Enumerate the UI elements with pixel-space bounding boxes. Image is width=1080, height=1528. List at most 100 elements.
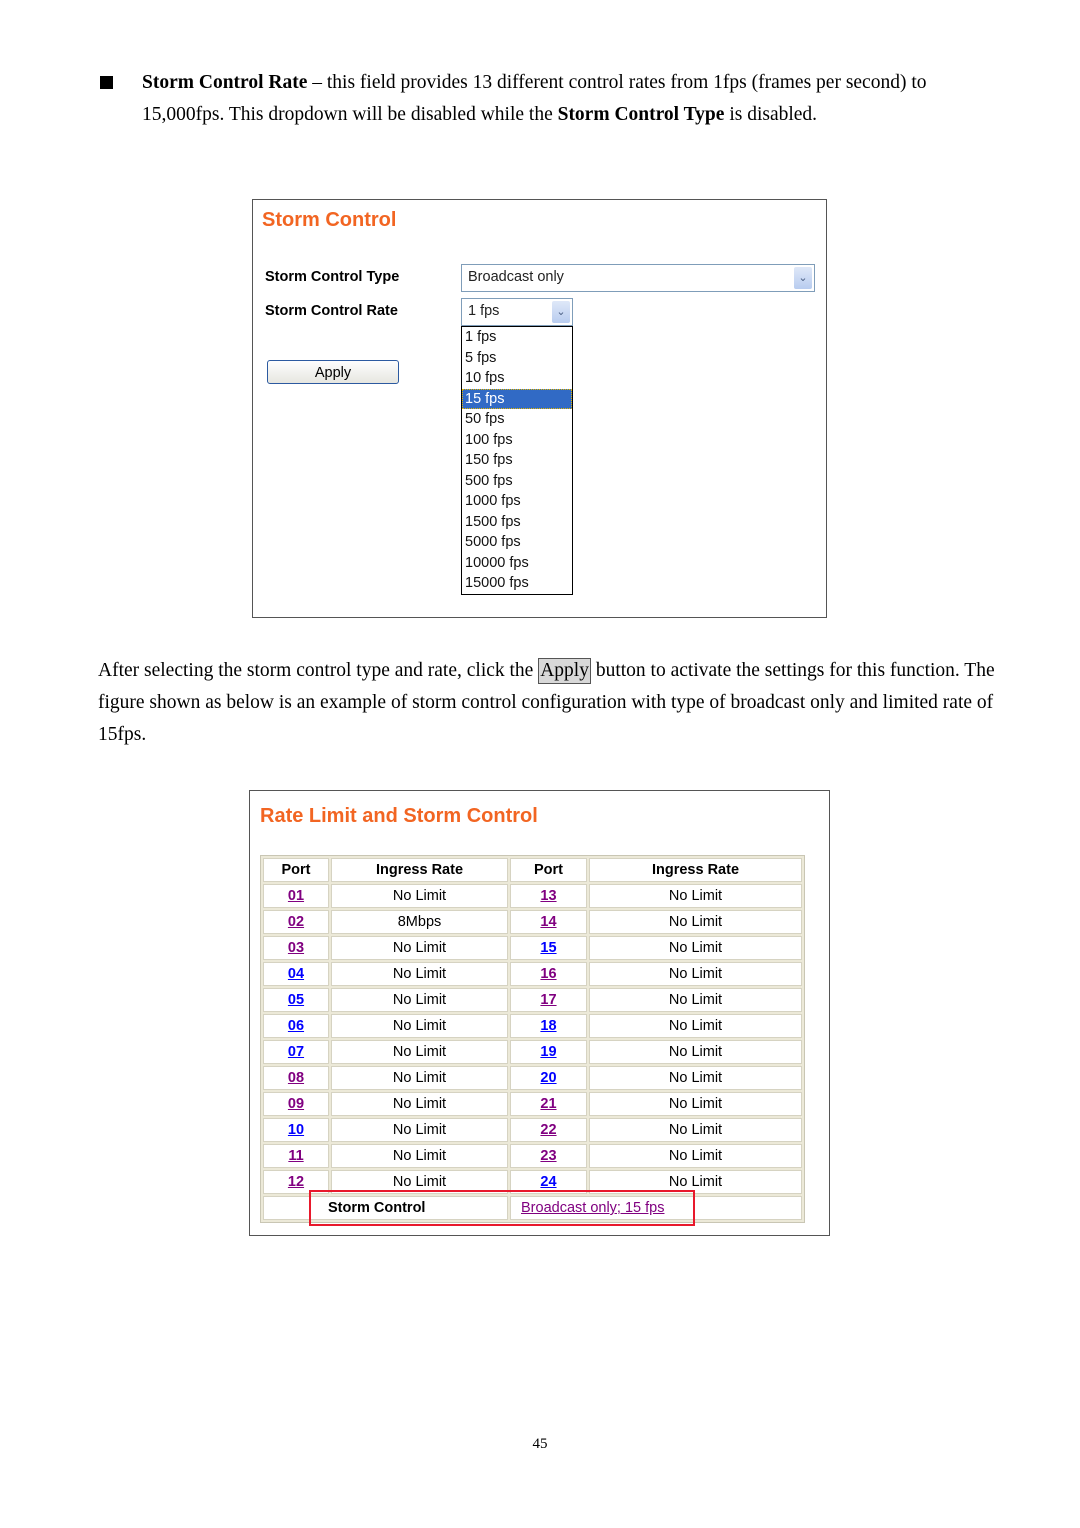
- storm-control-value-link[interactable]: Broadcast only; 15 fps: [510, 1196, 802, 1220]
- ingress-rate-cell: No Limit: [589, 962, 802, 986]
- ingress-rate-cell: No Limit: [589, 1014, 802, 1038]
- port-link[interactable]: 07: [288, 1044, 304, 1060]
- ingress-rate-cell: No Limit: [589, 910, 802, 934]
- port-link[interactable]: 06: [288, 1018, 304, 1034]
- ingress-rate-cell: No Limit: [589, 1144, 802, 1168]
- header-ingress-rate: Ingress Rate: [331, 858, 508, 882]
- panel-title: Storm Control: [262, 209, 397, 231]
- port-cell: 03: [263, 936, 329, 960]
- rate-limit-storm-control-panel: Rate Limit and Storm Control Port Ingres…: [249, 790, 830, 1236]
- port-cell: 18: [510, 1014, 587, 1038]
- port-link[interactable]: 24: [540, 1174, 556, 1190]
- port-link[interactable]: 10: [288, 1122, 304, 1138]
- port-cell: 22: [510, 1118, 587, 1142]
- para2-text-a: After selecting the storm control type a…: [98, 660, 539, 681]
- port-link[interactable]: 19: [540, 1044, 556, 1060]
- port-cell: 10: [263, 1118, 329, 1142]
- table-row: 09 No Limit 21 No Limit: [263, 1092, 802, 1116]
- port-cell: 04: [263, 962, 329, 986]
- rate-option[interactable]: 15000 fps: [462, 573, 572, 594]
- rate-dropdown-list[interactable]: 1 fps 5 fps 10 fps 15 fps 50 fps 100 fps 150 f…: [461, 326, 573, 595]
- rate-option[interactable]: 150 fps: [462, 450, 572, 471]
- storm-control-panel: Storm Control Storm Control Type Broadca…: [252, 199, 827, 618]
- port-link[interactable]: 02: [288, 914, 304, 930]
- rate-option[interactable]: 1000 fps: [462, 491, 572, 512]
- rate-option[interactable]: 5000 fps: [462, 532, 572, 553]
- rate-option[interactable]: 5 fps: [462, 348, 572, 369]
- port-link[interactable]: 03: [288, 940, 304, 956]
- table-row: 01 No Limit 13 No Limit: [263, 884, 802, 908]
- ingress-rate-cell: No Limit: [331, 1092, 508, 1116]
- ingress-rate-cell: No Limit: [589, 1040, 802, 1064]
- rate-option[interactable]: 50 fps: [462, 409, 572, 430]
- header-port: Port: [510, 858, 587, 882]
- ingress-rate-cell: No Limit: [589, 884, 802, 908]
- storm-control-row: Storm Control Broadcast only; 15 fps: [263, 1196, 802, 1220]
- port-link[interactable]: 15: [540, 940, 556, 956]
- table-row: 07 No Limit 19 No Limit: [263, 1040, 802, 1064]
- rate-option[interactable]: 10 fps: [462, 368, 572, 389]
- chevron-down-icon[interactable]: ⌄: [552, 301, 570, 323]
- ingress-rate-cell: No Limit: [331, 884, 508, 908]
- port-cell: 08: [263, 1066, 329, 1090]
- table-row: 08 No Limit 20 No Limit: [263, 1066, 802, 1090]
- ingress-rate-cell: No Limit: [589, 1066, 802, 1090]
- port-link[interactable]: 05: [288, 992, 304, 1008]
- port-cell: 09: [263, 1092, 329, 1116]
- port-link[interactable]: 08: [288, 1070, 304, 1086]
- port-cell: 01: [263, 884, 329, 908]
- port-link[interactable]: 23: [540, 1148, 556, 1164]
- header-ingress-rate: Ingress Rate: [589, 858, 802, 882]
- rate-option[interactable]: 1500 fps: [462, 512, 572, 533]
- port-cell: 17: [510, 988, 587, 1012]
- port-link[interactable]: 16: [540, 966, 556, 982]
- port-link[interactable]: 18: [540, 1018, 556, 1034]
- storm-control-rate-select[interactable]: 1 fps ⌄: [461, 298, 573, 326]
- intro-paragraph: Storm Control Rate – this field provides…: [142, 67, 942, 131]
- port-cell: 16: [510, 962, 587, 986]
- rate-option[interactable]: 100 fps: [462, 430, 572, 451]
- port-link[interactable]: 12: [288, 1174, 304, 1190]
- port-cell: 07: [263, 1040, 329, 1064]
- port-link[interactable]: 09: [288, 1096, 304, 1112]
- chevron-down-icon[interactable]: ⌄: [794, 267, 812, 289]
- port-link[interactable]: 22: [540, 1122, 556, 1138]
- port-link[interactable]: 01: [288, 888, 304, 904]
- table-row: 06 No Limit 18 No Limit: [263, 1014, 802, 1038]
- ingress-rate-cell: No Limit: [331, 1014, 508, 1038]
- apply-button-reference: Apply: [538, 658, 591, 684]
- rate-option[interactable]: 1 fps: [462, 327, 572, 348]
- port-link[interactable]: 21: [540, 1096, 556, 1112]
- port-link[interactable]: 11: [288, 1148, 303, 1164]
- port-cell: 20: [510, 1066, 587, 1090]
- storm-control-rate-label: Storm Control Rate: [265, 303, 398, 319]
- rate-option[interactable]: 500 fps: [462, 471, 572, 492]
- ingress-rate-cell: No Limit: [331, 1170, 508, 1194]
- port-cell: 05: [263, 988, 329, 1012]
- port-link[interactable]: 14: [540, 914, 556, 930]
- ingress-rate-cell: No Limit: [331, 962, 508, 986]
- ingress-rate-cell: No Limit: [331, 1040, 508, 1064]
- table-row: 10 No Limit 22 No Limit: [263, 1118, 802, 1142]
- port-link[interactable]: 17: [540, 992, 556, 1008]
- ingress-rate-cell: No Limit: [589, 936, 802, 960]
- port-cell: 19: [510, 1040, 587, 1064]
- table-row: 03 No Limit 15 No Limit: [263, 936, 802, 960]
- port-cell: 12: [263, 1170, 329, 1194]
- table-row: 11 No Limit 23 No Limit: [263, 1144, 802, 1168]
- ingress-rate-cell: No Limit: [589, 1118, 802, 1142]
- ingress-rate-cell: No Limit: [331, 936, 508, 960]
- ingress-rate-cell: No Limit: [331, 1066, 508, 1090]
- table-row: 12 No Limit 24 No Limit: [263, 1170, 802, 1194]
- port-link[interactable]: 13: [540, 888, 556, 904]
- rate-option[interactable]: 10000 fps: [462, 553, 572, 574]
- table-row: 05 No Limit 17 No Limit: [263, 988, 802, 1012]
- port-link[interactable]: 04: [288, 966, 304, 982]
- apply-button[interactable]: Apply: [267, 360, 399, 384]
- storm-control-type-select[interactable]: Broadcast only ⌄: [461, 264, 815, 292]
- port-cell: 14: [510, 910, 587, 934]
- ingress-rate-cell: No Limit: [331, 1118, 508, 1142]
- rate-option[interactable]: 15 fps: [462, 388, 572, 409]
- term-storm-control-type: Storm Control Type: [557, 104, 725, 125]
- port-link[interactable]: 20: [540, 1070, 556, 1086]
